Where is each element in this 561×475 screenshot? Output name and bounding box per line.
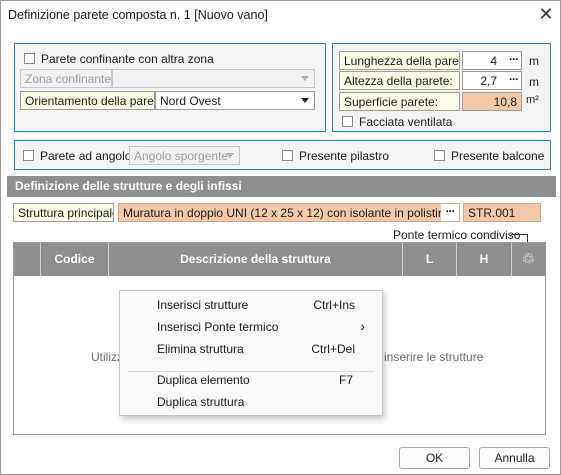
title-bar: Definizione parete composta n. 1 [Nuovo …: [1, 1, 560, 29]
chevron-right-icon: ›: [360, 318, 365, 334]
menu-item-delete-structure[interactable]: Elimina struttura Ctrl+Del: [120, 338, 382, 360]
cancel-button[interactable]: Annulla: [479, 447, 550, 469]
window-title: Definizione parete composta n. 1 [Nuovo …: [8, 8, 268, 22]
column-header-length[interactable]: L: [403, 243, 457, 276]
main-structure-field[interactable]: Muratura in doppio UNI (12 x 25 x 12) co…: [118, 203, 460, 222]
wall-options-group: Parete ad angolo Angolo sporgente Presen…: [14, 140, 551, 170]
shared-bridge-label: Ponte termico condiviso: [393, 228, 521, 242]
adjacent-zone-group: Parete confinante con altra zona Zona co…: [14, 43, 326, 132]
pillar-label: Presente pilastro: [299, 149, 390, 163]
chevron-down-icon: [226, 153, 234, 158]
recycle-icon[interactable]: ♲: [512, 243, 545, 276]
dialog-window: Definizione parete composta n. 1 [Nuovo …: [0, 0, 561, 475]
menu-item-insert-structures[interactable]: Inserisci strutture Ctrl+Ins: [120, 294, 382, 316]
column-header-description[interactable]: Descrizione della struttura: [109, 243, 403, 276]
surface-label: Superficie parete:: [339, 92, 460, 111]
pillar-checkbox[interactable]: [282, 150, 293, 161]
length-input[interactable]: 4 ···: [462, 51, 522, 70]
adjacent-zone-checkbox-label: Parete confinante con altra zona: [41, 52, 214, 66]
orientation-select[interactable]: Nord Ovest: [155, 91, 315, 110]
context-menu: Inserisci strutture Ctrl+Ins Inserisci P…: [119, 290, 383, 416]
length-unit: m: [529, 54, 539, 68]
height-unit: m: [529, 75, 539, 89]
height-input[interactable]: 2,7 ···: [462, 71, 522, 90]
ventilated-facade-checkbox[interactable]: [342, 116, 353, 127]
more-icon[interactable]: ···: [441, 204, 459, 221]
surface-unit: m²: [526, 94, 539, 106]
menu-item-duplicate-structure[interactable]: Duplica struttura: [120, 391, 382, 413]
structures-section-header: Definizione delle strutture e degli infi…: [7, 176, 556, 197]
orientation-label: Orientamento della parete:: [20, 91, 155, 110]
chevron-down-icon: [301, 76, 309, 81]
corner-wall-checkbox[interactable]: [23, 150, 34, 161]
height-label: Altezza della parete:: [339, 71, 460, 90]
more-icon[interactable]: ···: [509, 72, 519, 86]
column-header-code[interactable]: Codice: [41, 243, 109, 276]
balcony-label: Presente balcone: [451, 149, 545, 163]
more-icon[interactable]: ···: [509, 52, 519, 66]
column-header-height[interactable]: H: [457, 243, 512, 276]
menu-item-duplicate-element[interactable]: Duplica elemento F7: [120, 369, 382, 391]
main-structure-label: Struttura principale:: [13, 203, 114, 222]
wall-dimensions-group: Lunghezza della parete: 4 ··· m Altezza …: [332, 43, 551, 132]
balcony-checkbox[interactable]: [434, 150, 445, 161]
adjacent-zone-label: Zona confinante:: [20, 69, 112, 88]
corner-wall-label: Parete ad angolo: [40, 149, 132, 163]
column-header-select[interactable]: [14, 243, 41, 276]
length-label: Lunghezza della parete:: [339, 51, 460, 70]
table-header: Codice Descrizione della struttura L H ♲: [14, 243, 545, 276]
main-structure-code: STR.001: [463, 203, 541, 222]
ok-button[interactable]: OK: [399, 447, 470, 469]
adjacent-zone-checkbox[interactable]: [24, 53, 35, 64]
chevron-down-icon: [301, 98, 309, 103]
ventilated-facade-label: Facciata ventilata: [359, 115, 453, 129]
surface-value: 10,8: [462, 92, 522, 111]
close-icon[interactable]: ✕: [534, 3, 558, 27]
corner-type-select[interactable]: Angolo sporgente: [129, 146, 240, 165]
menu-item-insert-thermal-bridge[interactable]: Inserisci Ponte termico ›: [120, 316, 382, 338]
adjacent-zone-select[interactable]: [112, 69, 315, 88]
empty-hint-right: inserire le strutture: [384, 350, 484, 364]
